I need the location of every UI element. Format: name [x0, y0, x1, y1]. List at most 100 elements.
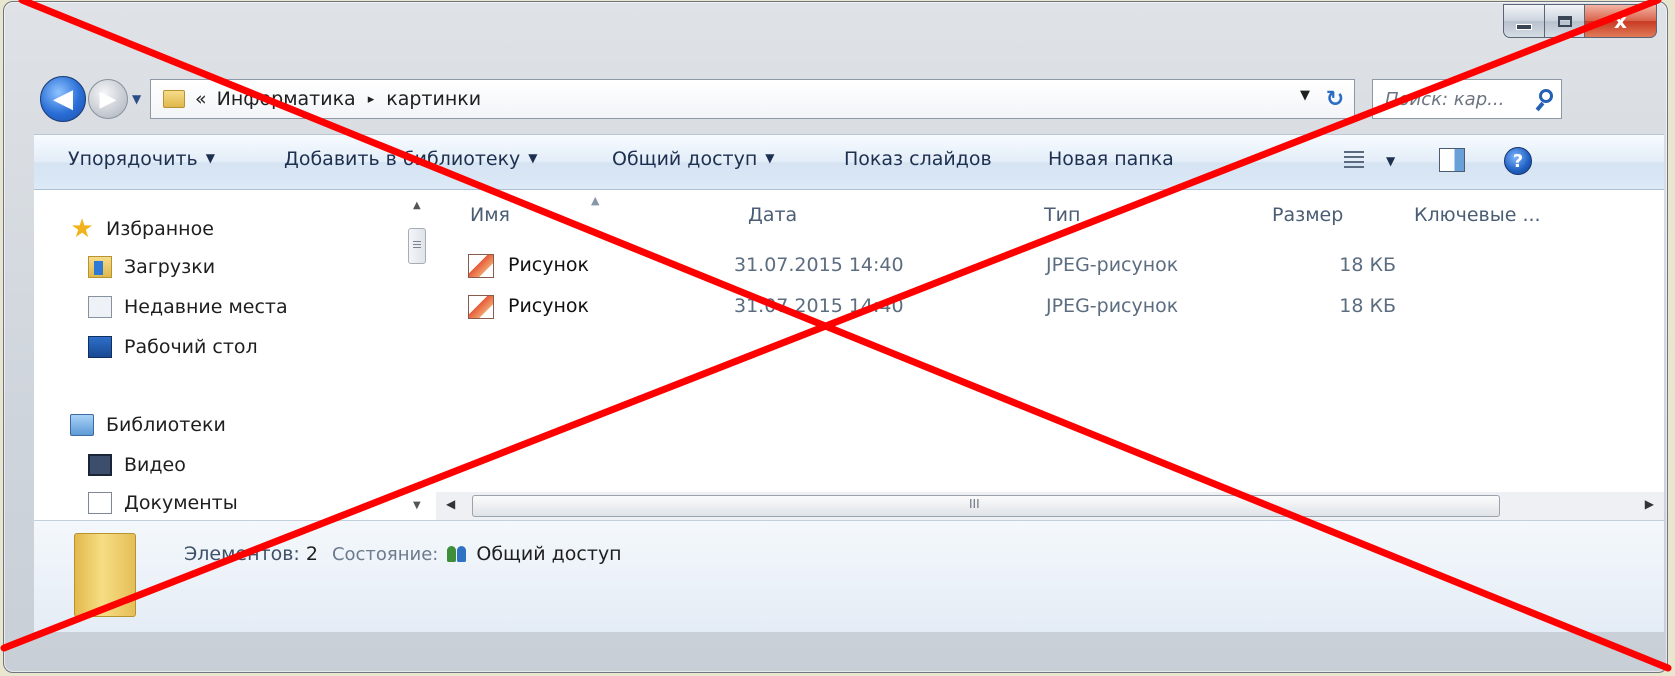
navigation-pane: ★ Избранное Загрузки Недавние места Рабо… [34, 190, 434, 520]
navigation-scrollbar[interactable]: ▲ ▼ [402, 190, 436, 520]
nav-item-label: Недавние места [124, 296, 288, 318]
nav-item-video[interactable]: Видео [88, 448, 186, 482]
desktop-icon [88, 336, 112, 358]
address-row: ◀ ▶ ▼ « Информатика ▸ картинки ▼ ↻ [34, 74, 1664, 124]
breadcrumb-kartinki[interactable]: картинки [386, 88, 481, 110]
organize-label: Упорядочить [68, 148, 198, 170]
column-header-name[interactable]: Имя [470, 204, 510, 226]
breadcrumb-informatika[interactable]: Информатика [217, 88, 356, 110]
item-count: 2 [305, 543, 318, 565]
folder-icon [163, 90, 185, 108]
jpeg-file-icon [468, 295, 494, 319]
recent-places-icon [88, 296, 112, 318]
downloads-folder-icon [88, 256, 112, 278]
nav-item-label: Избранное [106, 218, 214, 240]
nav-item-label: Загрузки [124, 256, 216, 278]
new-folder-button[interactable]: Новая папка [1048, 148, 1174, 170]
nav-item-desktop[interactable]: Рабочий стол [88, 330, 258, 364]
column-header-keywords[interactable]: Ключевые ... [1414, 204, 1541, 226]
nav-item-label: Документы [124, 492, 238, 514]
sort-ascending-icon: ▲ [591, 194, 600, 207]
back-arrow-icon: ◀ [53, 84, 73, 114]
nav-item-label: Видео [124, 454, 186, 476]
refresh-icon: ↻ [1325, 86, 1345, 112]
chevron-down-icon: ▼ [205, 151, 215, 165]
slideshow-button[interactable]: Показ слайдов [844, 148, 992, 170]
share-label: Общий доступ [612, 148, 758, 170]
scroll-down-icon[interactable]: ▼ [413, 500, 421, 511]
details-pane: Элементов: 2 Состояние: Общий доступ [34, 520, 1664, 632]
search-icon[interactable] [1539, 89, 1553, 103]
chevron-down-icon: ▼ [765, 151, 775, 165]
column-header-date[interactable]: Дата [748, 204, 797, 226]
file-list: ▲ Имя Дата Тип Размер Ключевые ... Рисун… [436, 190, 1664, 492]
search-input[interactable] [1383, 87, 1527, 111]
recent-pages-dropdown[interactable]: ▼ [132, 92, 141, 106]
file-date: 31.07.2015 14:40 [734, 295, 904, 317]
scroll-thumb[interactable]: III [472, 495, 1500, 517]
minimize-icon [1516, 24, 1532, 30]
refresh-button[interactable]: ↻ [1320, 84, 1350, 114]
nav-item-label: Библиотеки [106, 414, 226, 436]
forward-arrow-icon: ▶ [99, 86, 117, 112]
preview-pane-icon[interactable] [1439, 148, 1465, 172]
caption-buttons: x [1503, 4, 1657, 40]
file-type: JPEG-рисунок [1046, 254, 1179, 276]
scroll-right-icon[interactable]: ▶ [1645, 497, 1654, 511]
share-state: Общий доступ [476, 543, 622, 565]
file-name: Рисунок [508, 254, 590, 276]
address-bar[interactable]: « Информатика ▸ картинки ▼ ↻ [150, 79, 1355, 119]
scroll-left-icon[interactable]: ◀ [446, 497, 455, 511]
star-icon: ★ [70, 214, 94, 244]
add-to-library-label: Добавить в библиотеку [284, 148, 521, 170]
nav-item-recent-places[interactable]: Недавние места [88, 290, 288, 324]
file-size: 18 КБ [1339, 295, 1396, 317]
file-size: 18 КБ [1339, 254, 1396, 276]
organize-menu[interactable]: Упорядочить ▼ [68, 148, 215, 170]
shared-users-icon [446, 544, 468, 564]
help-button[interactable]: ? [1504, 147, 1532, 175]
libraries-icon [70, 414, 94, 436]
chevron-down-icon: ▼ [132, 92, 142, 106]
change-view-icon[interactable] [1344, 151, 1364, 169]
breadcrumb-separator-icon[interactable]: ▸ [368, 92, 375, 107]
item-count-label: Элементов: [184, 543, 300, 565]
nav-item-favorites[interactable]: ★ Избранное [70, 212, 214, 246]
scroll-thumb[interactable] [408, 228, 426, 264]
nav-item-libraries[interactable]: Библиотеки [70, 408, 226, 442]
file-row[interactable]: Рисунок 31.07.2015 14:40 JPEG-рисунок 18… [436, 248, 1664, 284]
command-bar: Упорядочить ▼ Добавить в библиотеку ▼ Общи… [34, 134, 1664, 190]
explorer-window: x ◀ ▶ ▼ « Информатика ▸ картинки ▼ ↻ Упо… [3, 1, 1668, 673]
scroll-up-icon[interactable]: ▲ [413, 200, 421, 211]
address-overflow[interactable]: « [195, 88, 207, 110]
column-header-type[interactable]: Тип [1044, 204, 1080, 226]
share-menu[interactable]: Общий доступ ▼ [612, 148, 774, 170]
close-icon: x [1614, 9, 1627, 33]
jpeg-file-icon [468, 254, 494, 278]
nav-item-documents[interactable]: Документы [88, 486, 238, 520]
add-to-library-menu[interactable]: Добавить в библиотеку ▼ [284, 148, 538, 170]
maximize-icon [1557, 15, 1572, 27]
state-label: Состояние: [331, 543, 439, 565]
minimize-button[interactable] [1503, 4, 1545, 38]
file-date: 31.07.2015 14:40 [734, 254, 904, 276]
scroll-grip: III [969, 497, 980, 511]
nav-item-label: Рабочий стол [124, 336, 258, 358]
horizontal-scrollbar[interactable]: ◀ III ▶ [436, 492, 1664, 520]
file-row[interactable]: Рисунок 31.07.2015 14:40 JPEG-рисунок 18… [436, 289, 1664, 325]
details-summary: Элементов: 2 Состояние: Общий доступ [184, 543, 622, 565]
folder-icon [74, 533, 136, 617]
video-library-icon [88, 454, 112, 476]
file-name: Рисунок [508, 295, 590, 317]
close-button[interactable]: x [1585, 4, 1657, 38]
address-history-dropdown[interactable]: ▼ [1300, 88, 1310, 103]
column-header-size[interactable]: Размер [1272, 204, 1343, 226]
maximize-button[interactable] [1545, 4, 1585, 38]
chevron-down-icon[interactable]: ▼ [1386, 154, 1395, 168]
documents-library-icon [88, 492, 112, 514]
back-button[interactable]: ◀ [40, 76, 86, 122]
forward-button[interactable]: ▶ [88, 79, 128, 119]
nav-item-downloads[interactable]: Загрузки [88, 250, 215, 284]
search-box[interactable] [1372, 79, 1562, 119]
file-type: JPEG-рисунок [1046, 295, 1179, 317]
